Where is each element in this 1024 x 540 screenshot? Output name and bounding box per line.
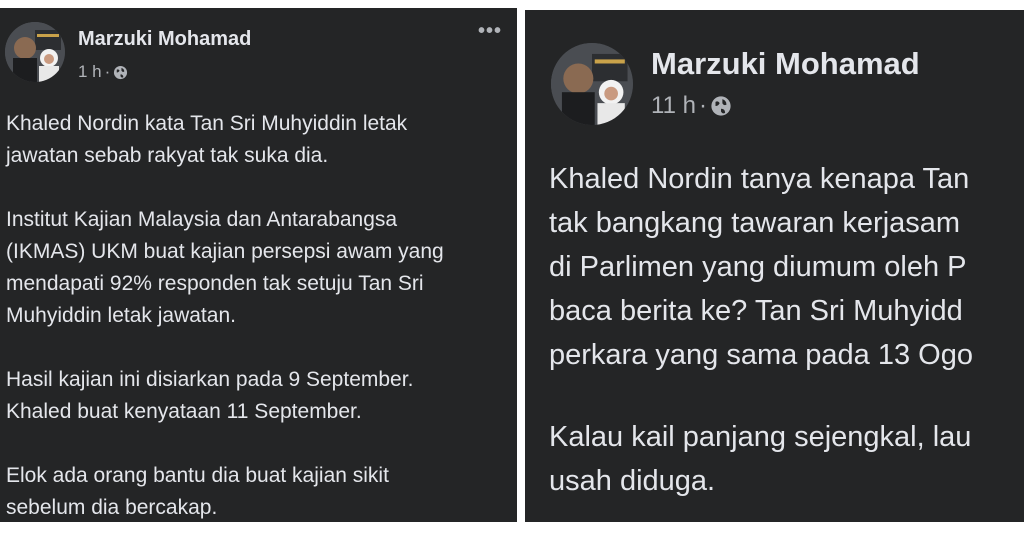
post-meta: 11 h · [651,92,732,120]
post-body: Khaled Nordin tanya kenapa Tan tak bangk… [549,157,1024,503]
post-paragraph: Kalau kail panjang sejengkal, lau usah d… [549,421,972,497]
post-paragraph: Khaled Nordin kata Tan Sri Muhyiddin let… [6,112,408,167]
post-paragraph: Institut Kajian Malaysia dan Antarabangs… [6,208,444,327]
avatar-photo-icon [551,43,633,125]
globe-icon[interactable] [710,95,732,117]
meta-separator: · [698,92,707,119]
post-paragraph: Elok ada orang bantu dia buat kajian sik… [6,464,389,519]
post-card-right: Marzuki Mohamad 11 h · Khaled Nordin tan… [525,10,1024,522]
globe-icon[interactable] [113,65,128,80]
post-paragraph: Hasil kajian ini disiarkan pada 9 Septem… [6,368,414,423]
post-meta: 1 h · [78,62,128,82]
author-name[interactable]: Marzuki Mohamad [651,46,920,82]
post-body: Khaled Nordin kata Tan Sri Muhyiddin let… [6,108,511,522]
author-name[interactable]: Marzuki Mohamad [78,28,251,51]
avatar-photo-icon [5,22,65,82]
author-avatar[interactable] [551,43,633,125]
post-paragraph: Khaled Nordin tanya kenapa Tan tak bangk… [549,163,973,371]
post-timestamp[interactable]: 11 h [651,92,696,120]
more-options-button[interactable]: ••• [478,20,502,43]
post-card-left: Marzuki Mohamad 1 h · ••• Khaled Nordin … [0,8,517,522]
post-timestamp[interactable]: 1 h [78,62,102,82]
author-avatar[interactable] [5,22,65,82]
meta-separator: · [104,62,111,81]
